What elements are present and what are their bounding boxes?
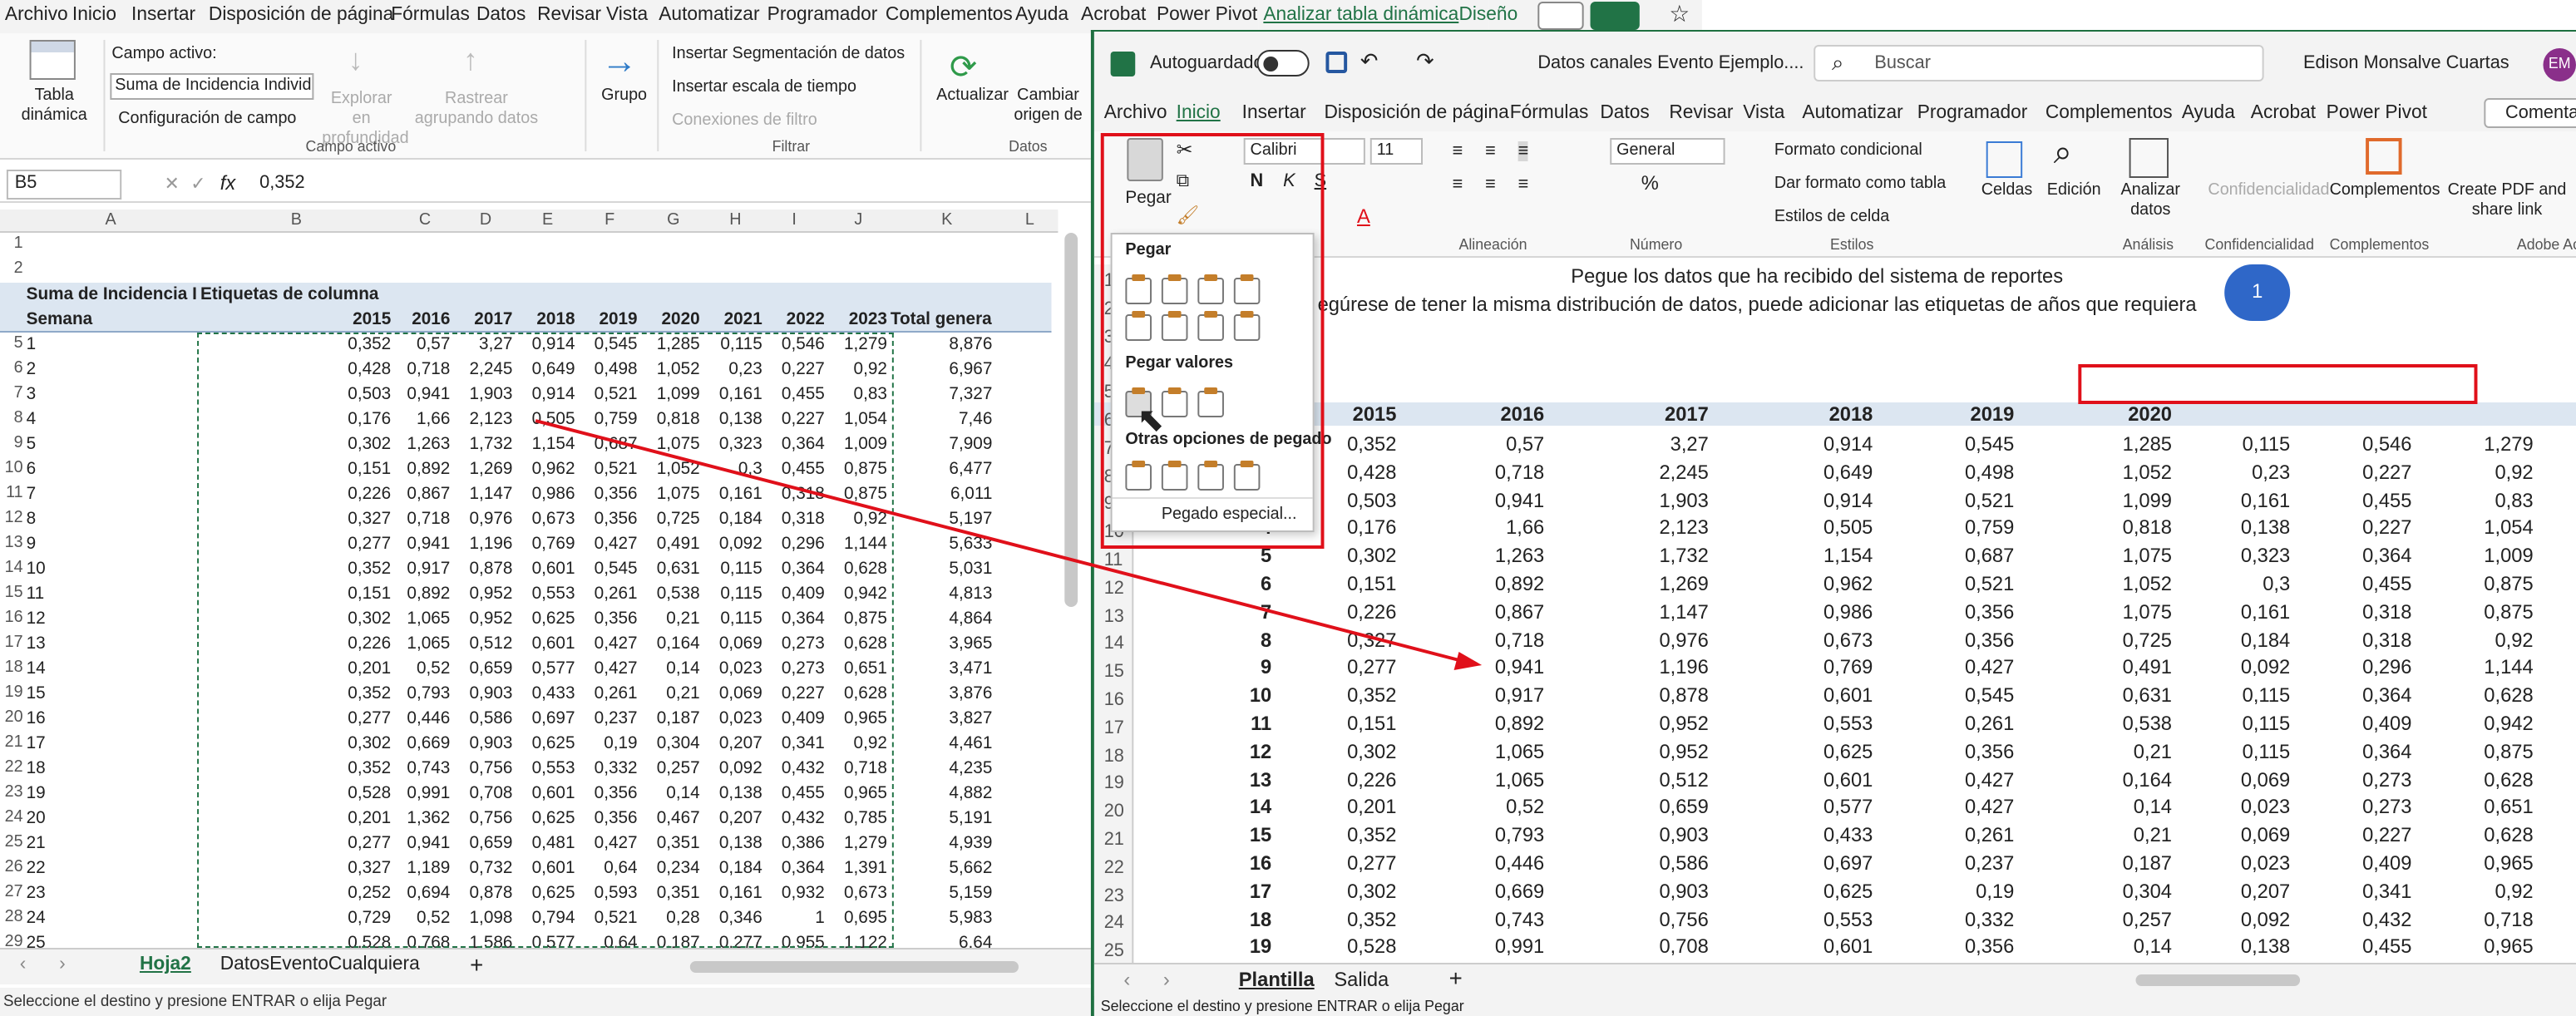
annotation-arrow [535,419,1483,670]
mouse-cursor-icon: ⬉ [1137,402,1165,439]
desktop-scene: Archivo Inicio Insertar Disposición de p… [0,0,2576,1016]
arrow-head [1453,652,1483,670]
arrow-line [535,419,1466,663]
